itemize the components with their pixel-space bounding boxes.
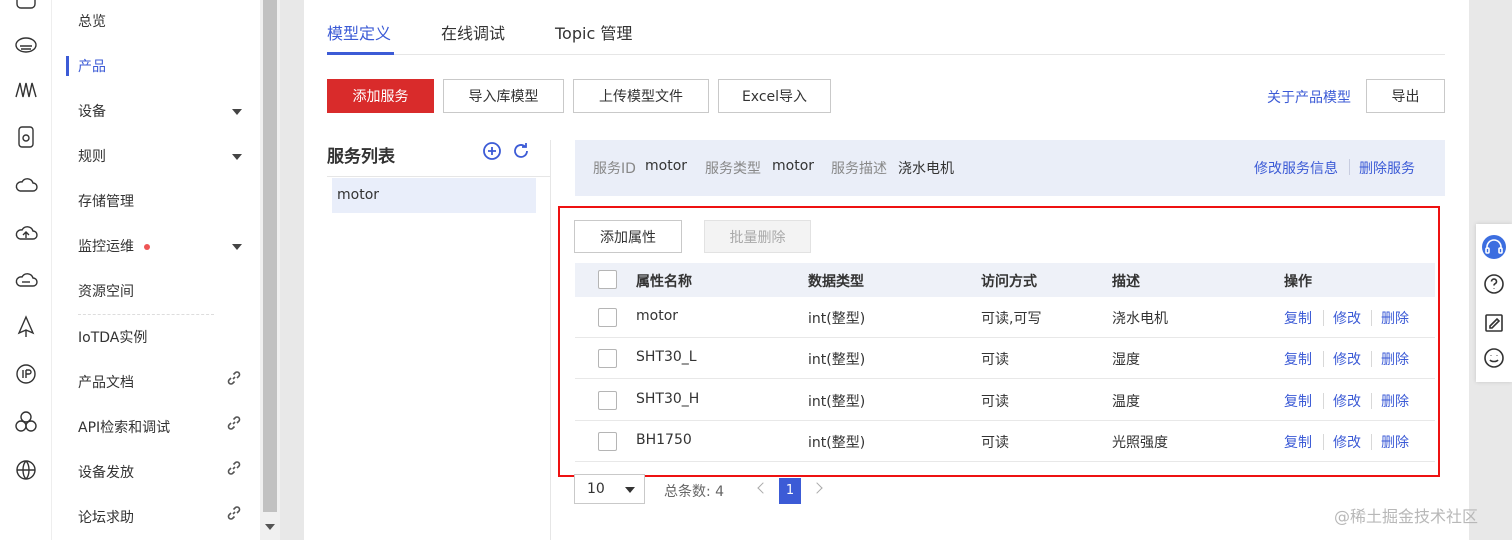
main-panel: 模型定义 在线调试 Topic 管理 添加服务 导入库模型 上传模型文件 Exc…: [304, 0, 1469, 540]
menu-item-storage[interactable]: 存储管理: [78, 192, 134, 212]
total-count: 总条数: 4: [664, 484, 725, 500]
cloud-icon[interactable]: [13, 172, 39, 198]
export-button[interactable]: 导出: [1366, 79, 1445, 113]
scrollbar-thumb[interactable]: [263, 0, 277, 512]
menu-item-overview[interactable]: 总览: [78, 12, 106, 32]
add-service-button[interactable]: 添加服务: [327, 79, 434, 113]
sail-icon[interactable]: [13, 314, 39, 340]
service-desc-value: 浇水电机: [898, 161, 954, 177]
upload-model-file-button[interactable]: 上传模型文件: [573, 79, 709, 113]
external-link-icon: [226, 505, 242, 521]
service-info-bar: 服务ID motor 服务类型 motor 服务描述 浇水电机 修改服务信息 删…: [575, 140, 1445, 196]
device-icon[interactable]: [13, 124, 39, 150]
menu-item-monitoring-label: 监控运维: [78, 239, 134, 255]
excel-import-button[interactable]: Excel导入: [718, 79, 831, 113]
globe-icon[interactable]: [13, 457, 39, 483]
page-size-value: 10: [587, 481, 605, 497]
menu-item-api-explorer[interactable]: API检索和调试: [78, 418, 170, 438]
cloud-db-icon[interactable]: [13, 32, 39, 58]
menu-item-monitoring[interactable]: 监控运维: [78, 237, 150, 257]
edit-service-info-link[interactable]: 修改服务信息: [1254, 158, 1338, 178]
feedback-edit-icon[interactable]: [1482, 311, 1506, 335]
import-library-model-button[interactable]: 导入库模型: [443, 79, 564, 113]
menu-item-device[interactable]: 设备: [78, 102, 106, 122]
add-circle-icon[interactable]: [482, 141, 502, 161]
external-link-icon: [226, 415, 242, 431]
chevron-down-icon[interactable]: [232, 154, 242, 160]
prev-page-icon[interactable]: [757, 482, 769, 494]
service-list-divider: [327, 176, 550, 177]
highlight-box: [558, 206, 1440, 477]
waveform-icon[interactable]: [13, 77, 39, 103]
service-list-title: 服务列表: [327, 147, 395, 167]
service-id-label: 服务ID: [593, 161, 636, 177]
delete-service-link[interactable]: 删除服务: [1359, 158, 1415, 178]
active-tab-underline: [327, 52, 394, 55]
menu-item-forum[interactable]: 论坛求助: [78, 508, 134, 528]
alert-dot: [144, 244, 150, 250]
service-type-value: motor: [772, 158, 815, 174]
menu-scrollbar[interactable]: [260, 0, 280, 540]
rail-top-icon[interactable]: [13, 0, 39, 14]
side-menu: 总览 产品 设备 规则 存储管理 监控运维 资源空间 IoTDA实例 产品文档 …: [52, 0, 260, 540]
menu-item-resource-space[interactable]: 资源空间: [78, 282, 134, 302]
service-list-item[interactable]: motor: [332, 178, 536, 213]
menu-item-device-provisioning[interactable]: 设备发放: [78, 463, 134, 483]
menu-item-rules[interactable]: 规则: [78, 147, 106, 167]
cluster-icon[interactable]: [13, 409, 39, 435]
cloud-sync-icon[interactable]: [13, 267, 39, 293]
menu-item-product-docs[interactable]: 产品文档: [78, 373, 134, 393]
service-desc-label: 服务描述: [831, 161, 887, 177]
page-number-current[interactable]: 1: [779, 478, 801, 504]
menu-item-product[interactable]: 产品: [78, 57, 106, 77]
page-size-select[interactable]: 10: [574, 474, 645, 504]
cloud-upload-icon[interactable]: [13, 220, 39, 246]
watermark: @稀土掘金技术社区: [1334, 507, 1479, 526]
next-page-icon[interactable]: [811, 482, 823, 494]
smiley-icon[interactable]: [1482, 346, 1506, 370]
panel-divider: [550, 140, 551, 540]
external-link-icon: [226, 370, 242, 386]
floating-toolbar: [1476, 224, 1512, 382]
scroll-down-arrow[interactable]: [265, 524, 275, 530]
ip-icon[interactable]: [13, 361, 39, 387]
help-icon[interactable]: [1482, 272, 1506, 296]
service-id-value: motor: [645, 158, 688, 174]
service-type-label: 服务类型: [705, 161, 761, 177]
tab-topic-management[interactable]: Topic 管理: [555, 20, 632, 44]
about-product-model-link[interactable]: 关于产品模型: [1267, 87, 1351, 107]
refresh-icon[interactable]: [511, 141, 531, 161]
menu-item-iotda-instance[interactable]: IoTDA实例: [78, 328, 147, 348]
icon-rail: [0, 0, 52, 540]
menu-divider: [78, 314, 214, 315]
tabs-divider: [327, 54, 1445, 55]
link-separator: [1349, 159, 1350, 175]
tab-model-definition[interactable]: 模型定义: [327, 20, 391, 44]
tab-online-debug[interactable]: 在线调试: [441, 20, 505, 44]
external-link-icon: [226, 460, 242, 476]
headset-icon[interactable]: [1482, 235, 1506, 259]
active-indicator: [66, 56, 69, 76]
chevron-down-icon[interactable]: [232, 244, 242, 250]
chevron-down-icon: [625, 487, 635, 493]
chevron-down-icon[interactable]: [232, 109, 242, 115]
